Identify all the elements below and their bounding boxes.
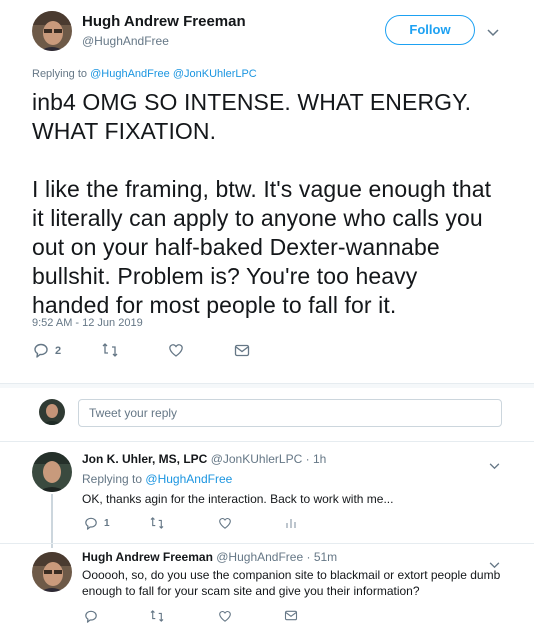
- message-action[interactable]: [234, 344, 250, 357]
- author-handle[interactable]: @HughAndFree: [82, 34, 169, 48]
- reply-author-handle[interactable]: @JonKUhlerLPC: [211, 452, 303, 466]
- retweet-action[interactable]: [102, 343, 118, 357]
- thread-line: [51, 494, 53, 548]
- tweet-text-line: WHAT FIXATION.: [32, 118, 217, 144]
- analytics-action[interactable]: [285, 517, 297, 529]
- like-action[interactable]: [218, 610, 232, 622]
- reply-input[interactable]: Tweet your reply: [78, 399, 502, 427]
- like-action[interactable]: [168, 343, 184, 357]
- reply-text: OK, thanks agin for the interaction. Bac…: [82, 492, 394, 506]
- tweet-timestamp[interactable]: 9:52 AM - 12 Jun 2019: [32, 317, 143, 329]
- author-name[interactable]: Hugh Andrew Freeman: [82, 13, 246, 30]
- reply-author-handle[interactable]: @HughAndFree: [216, 550, 303, 564]
- reply-header: Jon K. Uhler, MS, LPC @JonKUhlerLPC · 1h: [82, 452, 326, 466]
- section-divider: [0, 383, 534, 388]
- retweet-icon: [150, 610, 164, 622]
- retweet-action[interactable]: [150, 610, 164, 622]
- tweet-text-line: I like the framing, btw. It's vague enou…: [32, 176, 492, 202]
- envelope-icon: [234, 344, 250, 357]
- avatar-image: [32, 11, 72, 51]
- reply-author-name[interactable]: Hugh Andrew Freeman: [82, 550, 213, 564]
- reply-icon: [34, 343, 48, 358]
- replying-to-line: Replying to @HughAndFree @JonKUhlerLPC: [32, 68, 257, 80]
- retweet-icon: [102, 343, 118, 357]
- replying-to-link[interactable]: @HughAndFree: [145, 472, 232, 486]
- retweet-action[interactable]: [150, 517, 164, 529]
- reply-icon: [85, 517, 97, 530]
- analytics-icon: [286, 519, 296, 528]
- reply-time[interactable]: · 1h: [306, 452, 327, 466]
- tweet-text-line: bullshit. Problem is? You're too heavy: [32, 263, 418, 289]
- author-avatar[interactable]: [32, 11, 72, 51]
- follow-button[interactable]: Follow: [385, 15, 475, 45]
- reply-count: 2: [55, 344, 62, 357]
- heart-icon: [219, 517, 231, 529]
- reply-text-line: enough to fall for your scam site and gi…: [82, 584, 420, 598]
- tweet-text-line: out on your half-baked Dexter-wannabe: [32, 234, 440, 260]
- reply-count: 1: [104, 518, 110, 529]
- reply-text: Oooooh, so, do you use the companion sit…: [82, 567, 500, 599]
- envelope-icon: [284, 610, 298, 621]
- reply-action[interactable]: [84, 610, 98, 623]
- replying-to-link-1[interactable]: @HughAndFree: [90, 68, 170, 80]
- reply-action[interactable]: 1: [84, 517, 110, 530]
- heart-icon: [169, 344, 183, 357]
- reply-time[interactable]: · 51m: [307, 550, 338, 564]
- reply-action[interactable]: 2: [33, 343, 61, 358]
- replying-to-prefix: Replying to: [32, 68, 88, 80]
- tweet-text-line: [32, 146, 522, 175]
- composer-avatar: [39, 399, 65, 425]
- reply-header: Hugh Andrew Freeman @HughAndFree · 51m: [82, 550, 337, 564]
- like-action[interactable]: [218, 517, 232, 529]
- retweet-icon: [150, 517, 164, 529]
- heart-icon: [219, 610, 231, 622]
- chevron-down-icon[interactable]: [489, 457, 500, 475]
- reply-divider: [0, 543, 534, 544]
- chevron-down-icon[interactable]: [487, 24, 499, 42]
- reply-author-name[interactable]: Jon K. Uhler, MS, LPC: [82, 452, 207, 466]
- reply-icon: [85, 610, 97, 623]
- replying-to-link-2[interactable]: @JonKUhlerLPC: [173, 68, 257, 80]
- composer-divider: [0, 441, 534, 442]
- tweet-text-line: it literally can apply to anyone who cal…: [32, 205, 483, 231]
- replying-to-prefix: Replying to: [82, 472, 143, 486]
- message-action[interactable]: [284, 610, 298, 621]
- reply-avatar[interactable]: [32, 552, 72, 592]
- tweet-text-line: inb4 OMG SO INTENSE. WHAT ENERGY.: [32, 89, 472, 115]
- reply-replying-to: Replying to @HughAndFree: [82, 472, 232, 486]
- tweet-text-line: handed for most people to fall for it.: [32, 292, 397, 318]
- tweet-text: inb4 OMG SO INTENSE. WHAT ENERGY. WHAT F…: [32, 88, 522, 320]
- reply-text-line: Oooooh, so, do you use the companion sit…: [82, 568, 501, 582]
- reply-avatar[interactable]: [32, 452, 72, 492]
